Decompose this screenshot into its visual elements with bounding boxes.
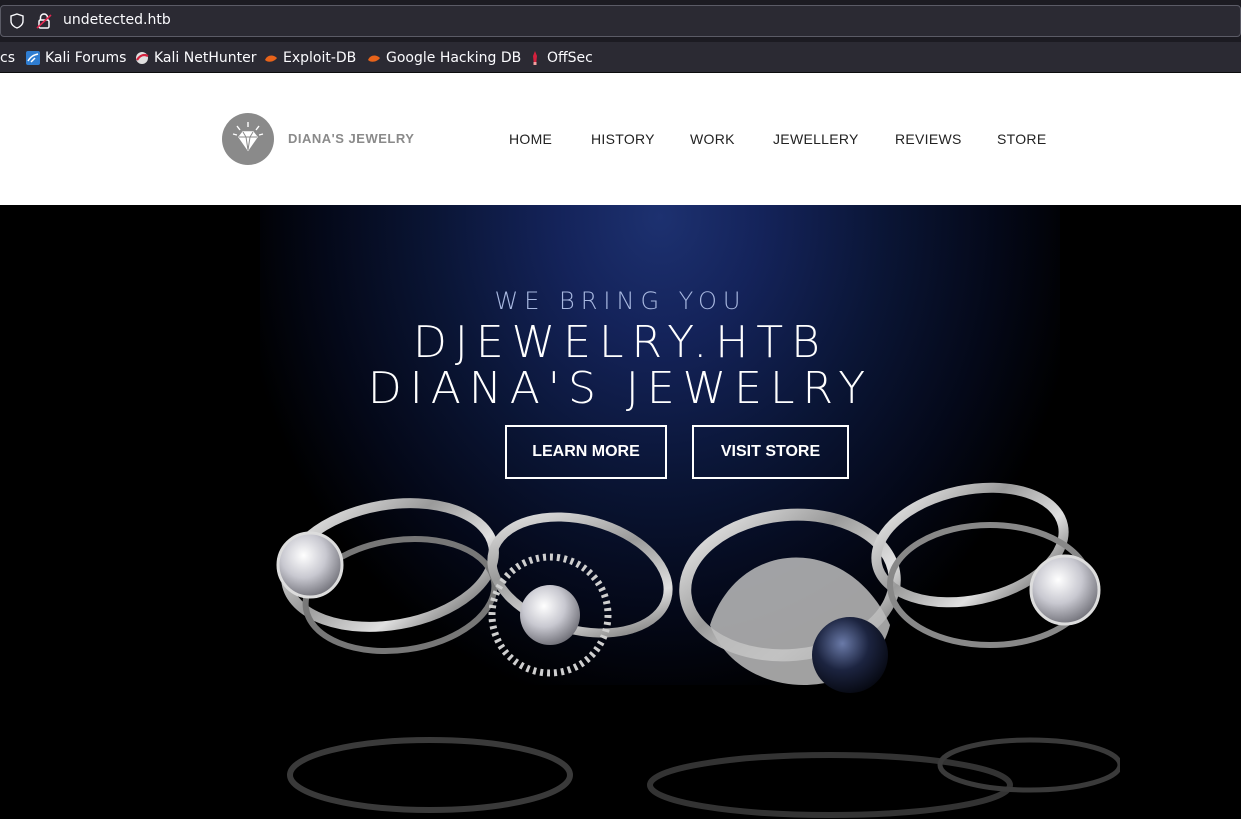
bookmark-label: cs <box>0 50 15 66</box>
exploitdb-icon <box>265 55 277 62</box>
learn-more-button[interactable]: LEARN MORE <box>505 425 667 479</box>
kali-icon <box>26 51 40 65</box>
browser-toolbar: undetected.htb <box>0 0 1241 42</box>
bookmark-partial[interactable]: cs <box>0 48 15 68</box>
bookmarks-toolbar: cs Kali Forums Kali NetHunter Exploit-DB… <box>0 42 1241 73</box>
nav-store[interactable]: STORE <box>997 131 1046 147</box>
nav-home[interactable]: HOME <box>509 131 552 147</box>
bookmark-google-hacking-db[interactable]: Google Hacking DB <box>366 48 521 68</box>
bookmark-label: Kali NetHunter <box>154 50 257 66</box>
diamond-icon <box>232 122 264 152</box>
bookmark-kali-nethunter[interactable]: Kali NetHunter <box>134 48 256 68</box>
offsec-icon <box>533 51 537 65</box>
hero-tagline: WE BRING YOU <box>494 287 747 315</box>
bookmark-kali-forums[interactable]: Kali Forums <box>25 48 126 68</box>
bookmark-label: OffSec <box>547 50 593 66</box>
nethunter-icon <box>136 52 149 64</box>
nav-history[interactable]: HISTORY <box>591 131 655 147</box>
logo-text[interactable]: DIANA'S JEWELRY <box>288 131 414 146</box>
hero-title-line2: DIANA'S JEWELRY <box>367 363 874 414</box>
rings-image <box>276 482 1120 818</box>
hero-section: WE BRING YOU DJEWELRY.HTB DIANA'S JEWELR… <box>0 205 1241 819</box>
lock-insecure-icon[interactable] <box>36 12 52 30</box>
bookmark-label: Google Hacking DB <box>386 50 522 66</box>
site-header: DIANA'S JEWELRY HOME HISTORY WORK JEWELL… <box>0 73 1241 205</box>
bookmark-offsec[interactable]: OffSec <box>527 48 593 68</box>
bookmark-label: Exploit-DB <box>283 50 357 66</box>
nav-reviews[interactable]: REVIEWS <box>895 131 962 147</box>
nav-work[interactable]: WORK <box>690 131 735 147</box>
url-text[interactable]: undetected.htb <box>63 12 171 28</box>
bookmark-label: Kali Forums <box>45 50 127 66</box>
visit-store-button[interactable]: VISIT STORE <box>692 425 849 479</box>
nav-jewellery[interactable]: JEWELLERY <box>773 131 859 147</box>
ghdb-icon <box>368 55 380 62</box>
url-bar[interactable]: undetected.htb <box>0 5 1241 37</box>
bookmark-exploit-db[interactable]: Exploit-DB <box>263 48 356 68</box>
shield-icon[interactable] <box>9 13 25 29</box>
hero-title-line1: DJEWELRY.HTB <box>413 317 828 368</box>
logo[interactable] <box>222 113 274 165</box>
